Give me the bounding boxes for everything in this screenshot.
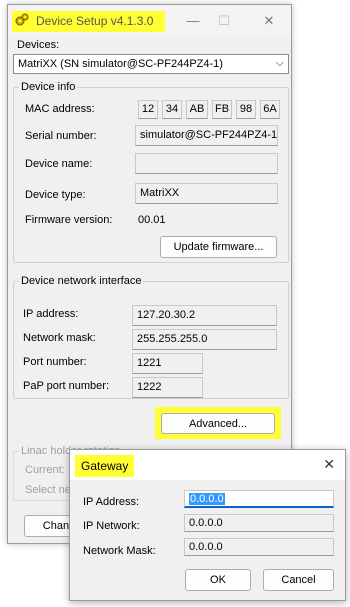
gateway-network-mask-label: Network Mask: [83,545,156,557]
network-mask-label: Network mask: [23,332,96,344]
window-title: Device Setup v4.1.3.0 [36,14,154,28]
gateway-ip-network-label: IP Network: [83,520,140,532]
port-number-field[interactable]: 1221 [132,353,203,374]
app-gear-icon [15,13,29,26]
pap-port-number-label: PaP port number: [23,380,110,392]
mac-octet-2: 34 [162,100,182,119]
gateway-ip-address-field[interactable]: 0.0.0.0 [184,490,334,508]
port-number-label: Port number: [23,356,87,368]
firmware-version-label: Firmware version: [25,214,113,226]
ok-button[interactable]: OK [185,569,251,591]
advanced-button[interactable]: Advanced... [161,413,275,434]
ip-address-field[interactable]: 127.20.30.2 [132,305,277,326]
mac-octet-4: FB [212,100,232,119]
gateway-network-mask-field[interactable]: 0.0.0.0 [184,538,334,556]
serial-number-label: Serial number: [25,130,97,142]
device-type-label: Device type: [25,189,86,201]
linac-current-label: Current: [25,464,65,476]
gateway-dialog: Gateway ✕ IP Address: 0.0.0.0 IP Network… [69,449,346,601]
chevron-down-icon: ⌵ [275,57,284,69]
serial-number-field: simulator@SC-PF244PZ4-1 [135,125,278,146]
gateway-ip-network-field[interactable]: 0.0.0.0 [184,514,334,532]
gateway-ip-address-value: 0.0.0.0 [189,493,225,505]
pap-port-number-field[interactable]: 1222 [132,377,203,398]
network-interface-group-label: Device network interface [19,275,144,287]
mac-octet-1: 12 [138,100,158,119]
mac-octet-3: AB [186,100,208,119]
gateway-dialog-title: Gateway [81,459,129,473]
update-firmware-button[interactable]: Update firmware... [160,236,277,258]
maximize-button: ☐ [218,13,230,28]
mac-address-label: MAC address: [25,103,95,115]
ip-address-label: IP address: [23,308,79,320]
device-type-field: MatriXX [135,183,278,204]
device-name-label: Device name: [25,158,93,170]
devices-label: Devices: [17,39,60,51]
gateway-ip-address-label: IP Address: [83,496,140,508]
linac-select-label: Select ne [25,484,71,496]
cancel-button[interactable]: Cancel [263,569,334,591]
gateway-title-bar[interactable]: Gateway ✕ [70,450,345,480]
network-mask-field[interactable]: 255.255.255.0 [132,329,277,350]
minimize-button[interactable]: — [180,12,206,30]
firmware-version-value: 00.01 [138,214,166,226]
device-name-field [135,153,278,174]
devices-dropdown[interactable]: MatriXX (SN simulator@SC-PF244PZ4-1) ⌵ [13,54,289,74]
title-bar[interactable]: Device Setup v4.1.3.0 — ☐ ✕ [8,5,291,37]
mac-octet-5: 98 [236,100,256,119]
mac-octet-6: 6A [260,100,280,119]
device-info-group-label: Device info [19,81,78,93]
close-button[interactable]: ✕ [256,12,282,30]
devices-selected-value: MatriXX (SN simulator@SC-PF244PZ4-1) [18,58,223,70]
close-icon[interactable]: ✕ [323,456,335,473]
